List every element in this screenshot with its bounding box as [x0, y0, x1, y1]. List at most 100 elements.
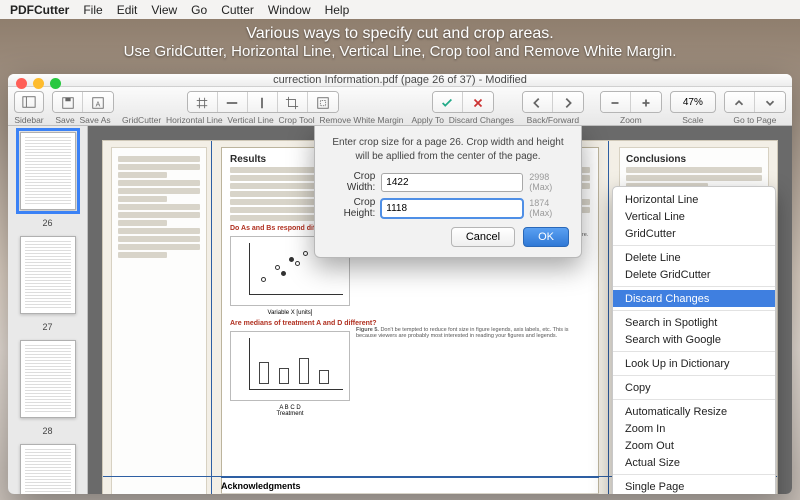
crop-height-max: 1874 (Max)	[529, 198, 569, 218]
l3: Vertical Line	[227, 115, 273, 125]
menu-item[interactable]: Delete Line	[613, 249, 775, 266]
crop-height-input[interactable]	[381, 199, 523, 218]
next-page-button[interactable]	[755, 92, 785, 113]
hline-button[interactable]	[218, 92, 248, 113]
crop-button[interactable]	[278, 92, 308, 113]
thumb-label: 28	[42, 426, 52, 436]
menu-item[interactable]: Horizontal Line	[613, 191, 775, 208]
page-viewer[interactable]: Results Do As and Bs respond differently…	[88, 126, 792, 494]
menu-item[interactable]: Vertical Line	[613, 208, 775, 225]
l1: GridCutter	[122, 115, 161, 125]
minimize-icon[interactable]	[33, 78, 44, 89]
apply-icon	[440, 96, 454, 110]
save-button[interactable]	[53, 92, 83, 113]
crop-width-input[interactable]	[381, 173, 523, 192]
thumbnail-sidebar[interactable]: 26 27 28	[8, 126, 88, 494]
close-icon[interactable]	[16, 78, 27, 89]
titlebar[interactable]: currection Information.pdf (page 26 of 3…	[8, 74, 792, 87]
down-icon	[763, 96, 777, 110]
save-as-icon: A	[91, 96, 105, 110]
menu-item[interactable]: Look Up in Dictionary	[613, 355, 775, 372]
vline-button[interactable]	[248, 92, 278, 113]
thumb-26[interactable]	[20, 132, 76, 210]
zoom-in-button[interactable]	[631, 92, 661, 113]
mac-menubar[interactable]: PDFCutter File Edit View Go Cutter Windo…	[0, 0, 800, 19]
gridcutter-button[interactable]	[188, 92, 218, 113]
menu-help[interactable]: Help	[325, 3, 350, 17]
menu-item[interactable]: Zoom In	[613, 420, 775, 437]
l5: Remove White Margin	[319, 115, 403, 125]
forward-icon	[561, 96, 575, 110]
menu-item[interactable]: Single Page	[613, 478, 775, 494]
menu-item[interactable]: Automatically Resize	[613, 403, 775, 420]
back-icon	[530, 96, 544, 110]
crop-size-dialog: Enter crop size for a page 26. Crop widt…	[314, 126, 582, 258]
save-as-button[interactable]: A	[83, 92, 113, 113]
menu-window[interactable]: Window	[268, 3, 311, 17]
crop-width-label: Crop Width:	[327, 171, 375, 193]
sidebar-icon	[22, 95, 36, 109]
menu-item[interactable]: Zoom Out	[613, 437, 775, 454]
la: Apply To	[412, 115, 444, 125]
menu-item[interactable]: Delete GridCutter	[613, 266, 775, 283]
menu-view[interactable]: View	[151, 3, 177, 17]
dialog-message: Enter crop size for a page 26. Crop widt…	[327, 136, 569, 163]
back-button[interactable]	[523, 92, 553, 113]
up-icon	[732, 96, 746, 110]
margin-icon	[316, 96, 330, 110]
zoom-out-button[interactable]	[601, 92, 631, 113]
sidebar-label: Sidebar	[14, 115, 43, 125]
window-title: currection Information.pdf (page 26 of 3…	[273, 74, 527, 86]
crop-height-label: Crop Height:	[327, 197, 375, 219]
content-area: 26 27 28 Results Do As and Bs respond di…	[8, 126, 792, 494]
ok-button[interactable]: OK	[523, 227, 569, 247]
promo-line-2: Use GridCutter, Horizontal Line, Vertica…	[0, 43, 800, 60]
save-label: Save	[55, 115, 74, 125]
menu-item[interactable]: Actual Size	[613, 454, 775, 471]
app-window: currection Information.pdf (page 26 of 3…	[8, 74, 792, 494]
grid-icon	[195, 96, 209, 110]
remove-margin-button[interactable]	[308, 92, 338, 113]
menu-item[interactable]: Search with Google	[613, 331, 775, 348]
menu-cutter[interactable]: Cutter	[221, 3, 254, 17]
scale-dropdown[interactable]: 47%	[670, 91, 716, 113]
plus-icon	[639, 96, 653, 110]
l2: Horizontal Line	[166, 115, 223, 125]
svg-text:A: A	[96, 102, 101, 109]
ld: Discard Changes	[449, 115, 514, 125]
crop-icon	[285, 96, 299, 110]
thumb-28[interactable]	[20, 340, 76, 418]
l4: Crop Tool	[278, 115, 314, 125]
gotopage-label: Go to Page	[733, 115, 776, 125]
zoom-icon[interactable]	[50, 78, 61, 89]
thumb-27[interactable]	[20, 236, 76, 314]
crop-width-max: 2998 (Max)	[529, 172, 569, 192]
window-controls[interactable]	[16, 78, 61, 89]
cancel-button[interactable]: Cancel	[451, 227, 515, 247]
forward-button[interactable]	[553, 92, 583, 113]
prev-page-button[interactable]	[725, 92, 755, 113]
context-menu[interactable]: Horizontal LineVertical LineGridCutter De…	[612, 186, 776, 494]
menu-app[interactable]: PDFCutter	[10, 3, 69, 17]
scale-label: Scale	[682, 115, 703, 125]
thumb-29[interactable]	[20, 444, 76, 494]
sidebar-button[interactable]	[14, 91, 44, 113]
save-icon	[61, 96, 75, 110]
minus-icon	[608, 96, 622, 110]
thumb-label: 27	[42, 322, 52, 332]
menu-item[interactable]: GridCutter	[613, 225, 775, 242]
scale-value: 47%	[683, 97, 703, 108]
thumb-label: 26	[42, 218, 52, 228]
discard-button[interactable]	[463, 92, 493, 113]
promo-banner: Various ways to specify cut and crop are…	[0, 19, 800, 67]
toolbar: Sidebar A Save Save As GridCutter Horizo…	[8, 87, 792, 126]
menu-edit[interactable]: Edit	[117, 3, 138, 17]
apply-to-button[interactable]	[433, 92, 463, 113]
menu-go[interactable]: Go	[191, 3, 207, 17]
hline-icon	[225, 96, 239, 110]
menu-item[interactable]: Copy	[613, 379, 775, 396]
save-as-label: Save As	[79, 115, 110, 125]
menu-item[interactable]: Discard Changes	[613, 290, 775, 307]
menu-file[interactable]: File	[83, 3, 102, 17]
menu-item[interactable]: Search in Spotlight	[613, 314, 775, 331]
